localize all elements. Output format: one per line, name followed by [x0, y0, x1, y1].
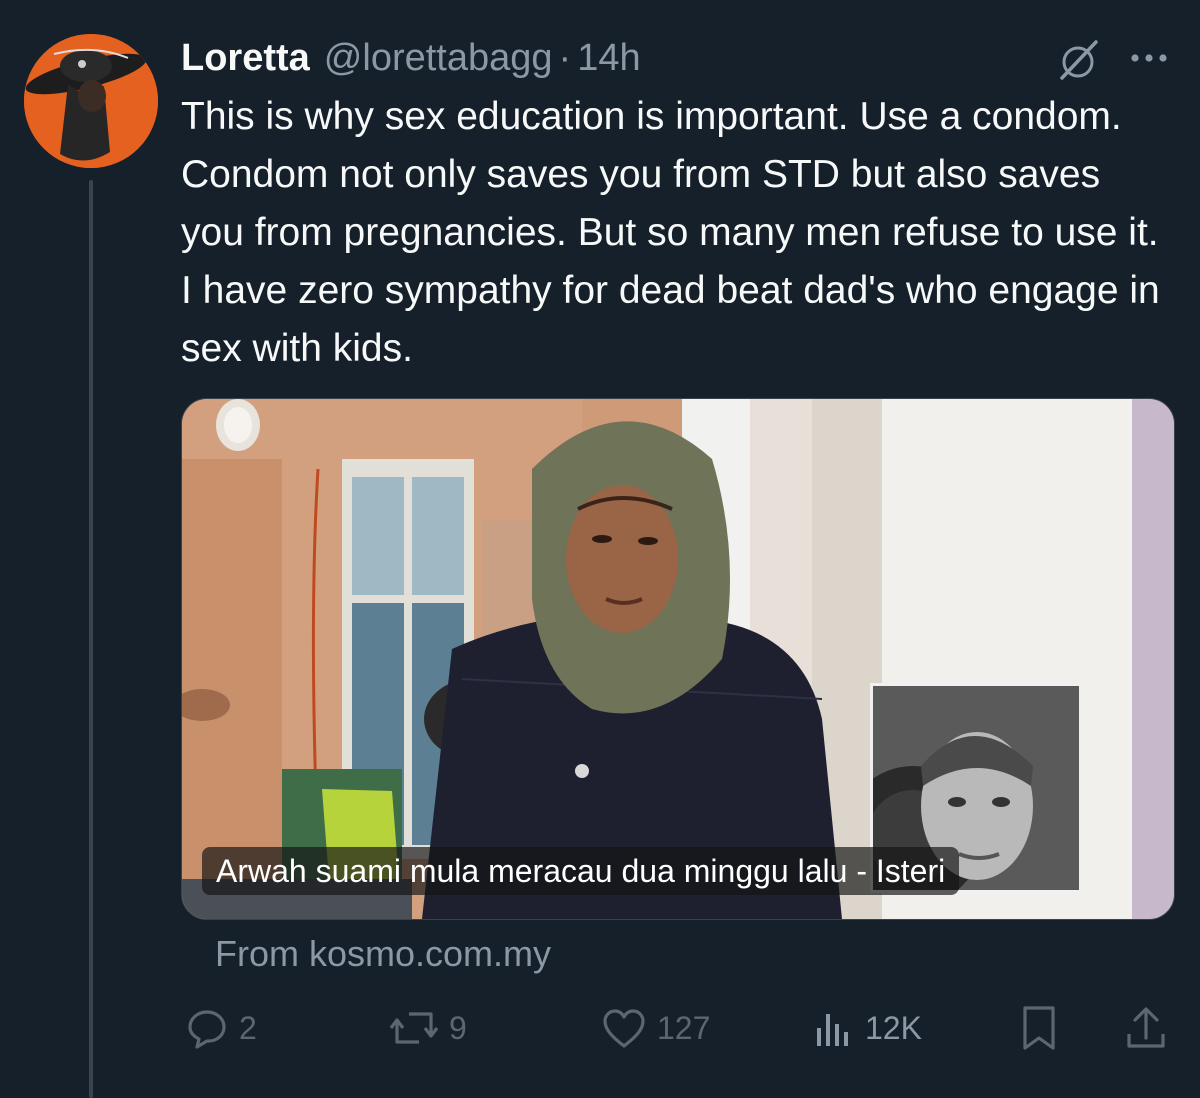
- like-icon: [603, 1009, 645, 1048]
- display-name[interactable]: Loretta: [181, 37, 310, 80]
- like-count: 127: [657, 1009, 711, 1046]
- tweet-media[interactable]: Arwah suami mula meracau dua minggu lalu…: [181, 398, 1175, 920]
- share-button[interactable]: [1125, 1000, 1167, 1056]
- reply-button[interactable]: 2: [185, 1000, 257, 1056]
- thread-line: [89, 180, 93, 1098]
- header-separator: ·: [558, 36, 572, 79]
- view-count: 12K: [865, 1009, 922, 1046]
- views-icon: [817, 1014, 848, 1046]
- repost-button[interactable]: 9: [389, 1000, 467, 1056]
- tweet-text: This is why sex education is important. …: [181, 95, 1160, 370]
- tweet-timestamp[interactable]: 14h: [577, 37, 640, 80]
- more-icon[interactable]: [1126, 40, 1172, 76]
- tweet-header: Loretta @lorettabagg · 14h: [181, 30, 641, 86]
- media-source-link[interactable]: From kosmo.com.my: [215, 928, 551, 980]
- user-handle[interactable]: @lorettabagg: [324, 37, 553, 80]
- media-caption: Arwah suami mula meracau dua minggu lalu…: [202, 847, 960, 895]
- share-icon: [1127, 1007, 1165, 1048]
- action-bar: 2 9 127 12K: [181, 1000, 1173, 1056]
- reply-icon: [188, 1010, 226, 1049]
- like-button[interactable]: 127: [601, 1000, 710, 1056]
- grok-icon[interactable]: [1056, 38, 1100, 82]
- reply-count: 2: [239, 1009, 257, 1046]
- tweet: Loretta @lorettabagg · 14h This is why s…: [0, 0, 1200, 1098]
- avatar[interactable]: [24, 34, 158, 168]
- repost-icon: [389, 1012, 439, 1044]
- repost-count: 9: [449, 1009, 467, 1046]
- bookmark-icon: [1023, 1006, 1055, 1050]
- bookmark-button[interactable]: [1019, 1000, 1059, 1056]
- views-button[interactable]: 12K: [811, 1000, 922, 1056]
